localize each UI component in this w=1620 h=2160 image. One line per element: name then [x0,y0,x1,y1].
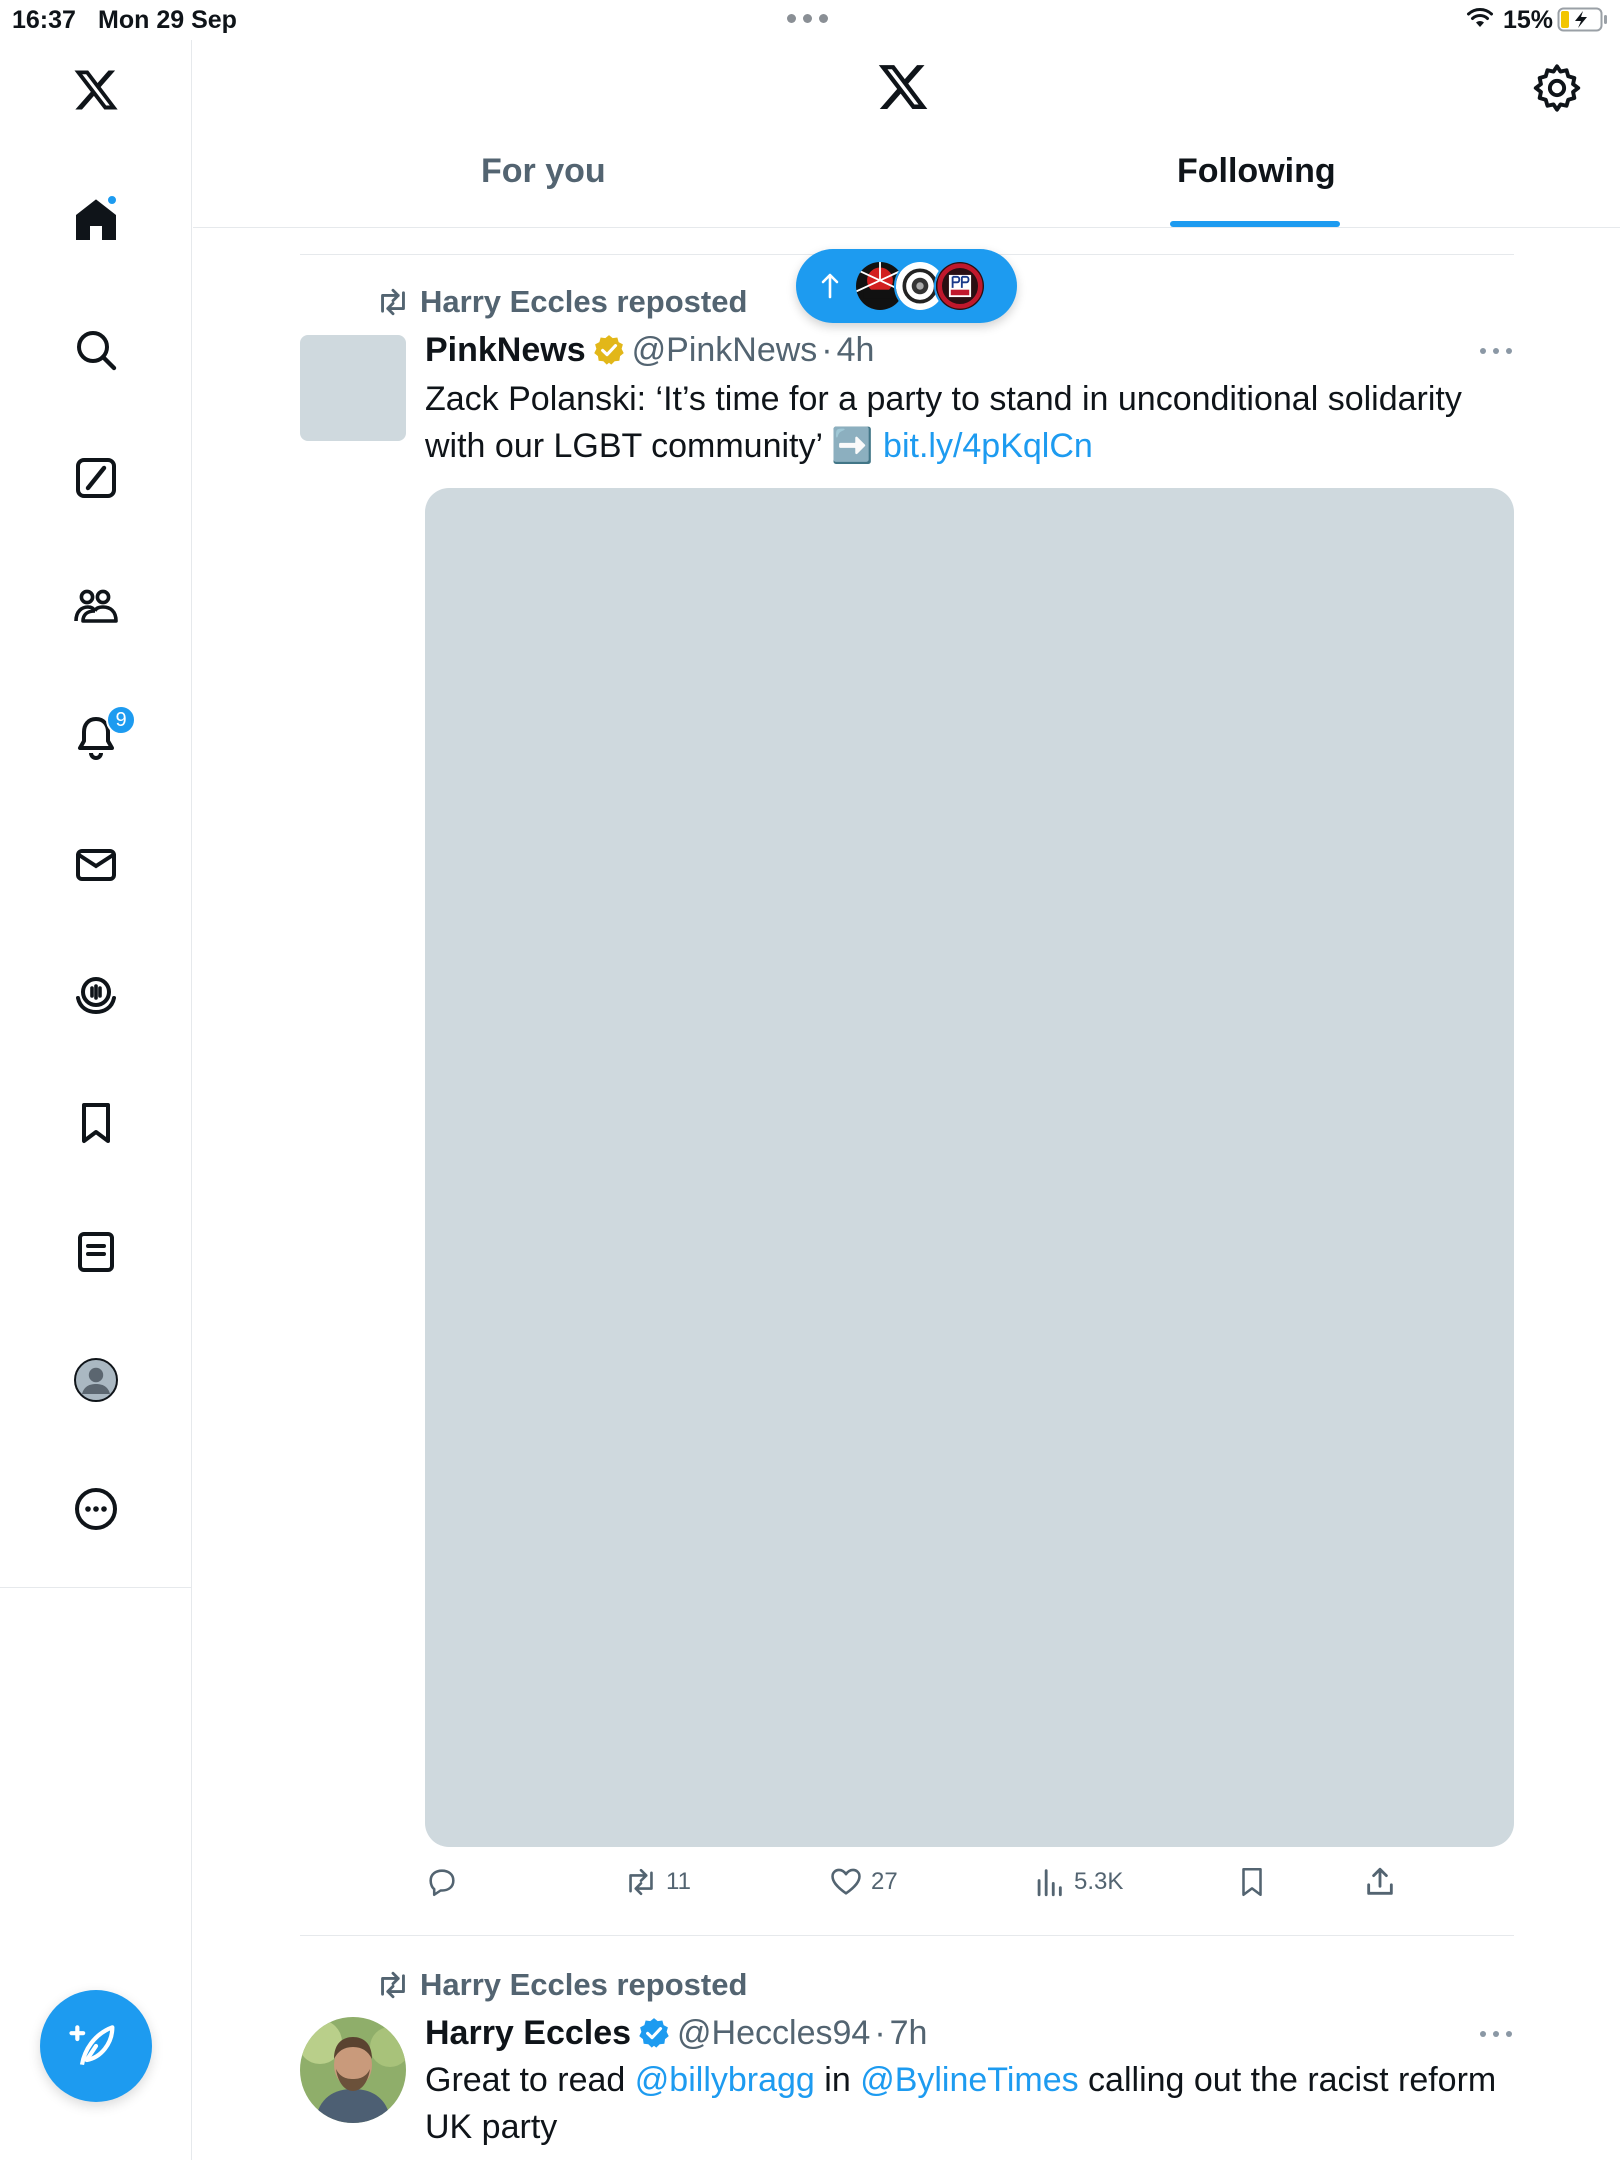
repost-icon [629,1868,653,1896]
tweet-time[interactable]: 7h [890,2014,928,2053]
author-name[interactable]: PinkNews [425,331,586,370]
mention-link[interactable]: @BylineTimes [860,2061,1078,2099]
tweet-text: Great to read @billybragg in @BylineTime… [425,2057,1514,2151]
tab-active-indicator [1170,221,1340,227]
status-bar: 16:37 Mon 29 Sep 15% [0,0,1620,40]
more-options-icon[interactable] [1478,345,1514,357]
communities-icon[interactable] [56,567,136,647]
separator-dot: · [821,330,833,369]
compose-icon [69,2025,115,2066]
search-icon[interactable] [56,310,136,390]
tweet-text-line: Zack Polanski: ‘It’s time for a party to… [425,380,1462,418]
tweet-text-segment: calling out the racist reform [1078,2061,1497,2099]
repost-count: 11 [666,1868,691,1895]
lists-icon[interactable] [56,1212,136,1292]
like-count: 27 [871,1868,898,1895]
tweet-text-line: with our LGBT community’ ➡️ bit.ly/4pKql… [425,423,1514,470]
multitasking-dots-icon[interactable] [787,14,828,23]
notifications-badge: 9 [106,705,136,735]
arrow-up-icon [821,273,839,299]
messages-icon[interactable] [56,825,136,905]
tweet-header: PinkNews @PinkNews · 4h [425,330,874,370]
sidebar: 9 [0,40,192,2160]
tweet[interactable]: Harry Eccles reposted PinkNews @PinkNews… [300,254,1514,1934]
home-unread-dot [106,194,118,206]
more-options-icon[interactable] [1478,2028,1514,2040]
mention-link[interactable]: @billybragg [635,2061,815,2099]
repost-label: Harry Eccles reposted [420,284,748,319]
tweet-text: Zack Polanski: ‘It’s time for a party to… [425,376,1514,470]
tweet-link[interactable]: bit.ly/4pKqlCn [883,427,1093,465]
tweet-text-segment: with our LGBT community’ [425,427,822,465]
arrow-emoji: ➡️ [831,427,874,465]
repost-indicator: Harry Eccles reposted [376,282,747,322]
notifications-icon[interactable]: 9 [56,697,136,777]
battery-charging-icon [1557,7,1607,32]
avatar[interactable] [300,335,406,441]
views-count: 5.3K [1074,1868,1124,1895]
repost-icon [381,288,405,316]
tweet-text-segment: Great to read [425,2061,635,2099]
media-placeholder[interactable] [425,488,1514,1847]
timeline-header: For you Following [193,40,1620,228]
status-time: 16:37 [12,6,76,34]
avatar[interactable] [300,2017,406,2123]
tweet-text-segment: in [814,2061,861,2099]
like-button[interactable]: 27 [829,1865,898,1899]
share-icon [1367,1867,1393,1895]
tab-following[interactable]: Following [1177,152,1336,228]
views-chart-icon [1037,1869,1062,1897]
reply-icon [429,1869,455,1897]
bookmark-icon [1242,1867,1262,1897]
repost-icon [381,1971,405,1999]
status-date: Mon 29 Sep [98,6,237,34]
home-icon[interactable] [56,180,136,260]
settings-gear-icon[interactable] [1531,62,1583,114]
author-handle[interactable]: @PinkNews [632,331,818,370]
tab-for-you[interactable]: For you [481,152,606,228]
views-button[interactable]: 5.3K [1032,1865,1123,1899]
tweet-text-line: Great to read @billybragg in @BylineTime… [425,2057,1514,2104]
share-button[interactable] [1363,1865,1397,1899]
tweet[interactable]: Harry Eccles reposted Harry Eccles @Hecc… [300,1935,1514,2160]
tweet-time[interactable]: 4h [837,331,875,370]
reply-button[interactable] [425,1865,467,1899]
x-logo-icon[interactable] [56,50,136,130]
battery-percent: 15% [1503,6,1554,34]
author-handle[interactable]: @Heccles94 [677,2014,870,2053]
tweet-text-line: UK party [425,2108,558,2146]
heart-icon [831,1868,861,1895]
repost-button[interactable]: 11 [624,1865,691,1899]
user-photo-icon [300,2017,406,2123]
bookmark-button[interactable] [1235,1865,1269,1899]
wifi-icon [1467,8,1493,27]
spaces-icon[interactable] [56,954,136,1034]
sidebar-divider [0,1587,192,1588]
verified-gold-badge-icon [593,335,624,365]
bookmarks-icon[interactable] [56,1083,136,1163]
more-icon[interactable] [56,1469,136,1549]
grok-icon[interactable] [56,438,136,518]
x-logo-icon [878,65,928,109]
tweet-header: Harry Eccles @Heccles94 · 7h [425,2013,927,2053]
profile-icon[interactable] [56,1340,136,1420]
tweet-actions: 11 27 5.3K [425,1865,1514,1905]
repost-label: Harry Eccles reposted [420,1967,748,2002]
repost-indicator: Harry Eccles reposted [376,1965,747,2005]
pill-avatar [934,260,986,312]
author-name[interactable]: Harry Eccles [425,2014,631,2053]
compose-button[interactable] [40,1990,152,2102]
verified-blue-badge-icon [639,2018,669,2048]
new-posts-pill[interactable] [796,249,1017,323]
separator-dot: · [874,2013,886,2052]
